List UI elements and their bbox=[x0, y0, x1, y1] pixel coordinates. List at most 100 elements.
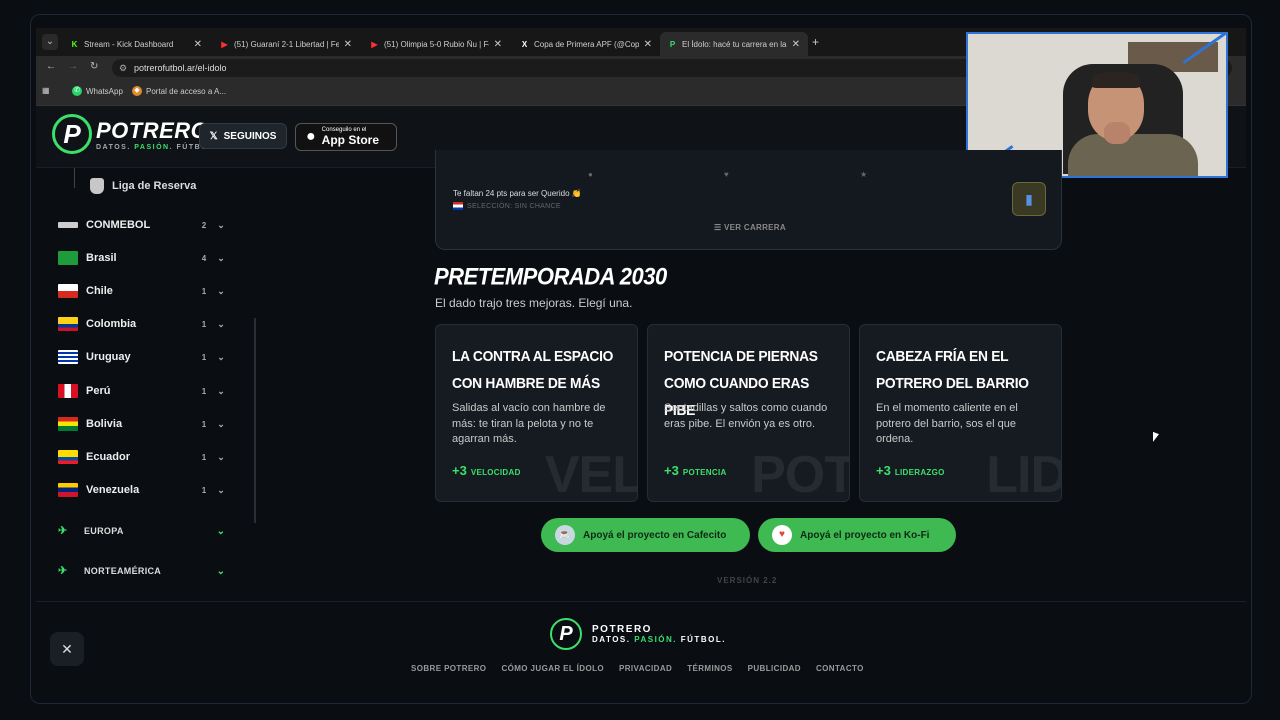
card-watermark: VEL bbox=[544, 446, 638, 502]
close-icon[interactable]: ✕ bbox=[344, 39, 352, 50]
footer-logo[interactable]: P POTRERO DATOS. PASIÓN. FÚTBOL. bbox=[550, 618, 726, 650]
footer-link-sobre[interactable]: SOBRE POTRERO bbox=[411, 664, 486, 673]
sidebar-item-label: Ecuador bbox=[86, 451, 131, 463]
potrero-logo[interactable]: P POTRERO DATOS. PASIÓN. FÚTBOL. bbox=[52, 114, 217, 154]
reload-icon[interactable]: ↻ bbox=[90, 61, 98, 72]
sidebar-item-label: Liga de Reserva bbox=[112, 180, 197, 192]
bookmark-portal[interactable]: ◆ Portal de acceso a A... bbox=[132, 86, 226, 96]
follow-button[interactable]: 𝕏 SEGUINOS bbox=[199, 123, 287, 149]
bookmark-whatsapp[interactable]: ✆ WhatsApp bbox=[72, 86, 123, 96]
chevron-down-icon[interactable]: ⌄ bbox=[214, 526, 228, 537]
sidebar-item-label: Venezuela bbox=[86, 484, 140, 496]
progress-marker-icon: ● bbox=[588, 170, 593, 179]
view-career-button[interactable]: ☰ VER CARRERA bbox=[714, 223, 786, 232]
chevron-down-icon[interactable]: ⌄ bbox=[214, 566, 228, 577]
tab-youtube-guarani[interactable]: ▶ (51) Guaraní 2-1 Libertad | Fech ✕ bbox=[212, 32, 360, 56]
sidebar-scrollbar[interactable] bbox=[254, 318, 256, 523]
footer-link-privacidad[interactable]: PRIVACIDAD bbox=[619, 664, 672, 673]
brazil-flag-icon bbox=[58, 251, 78, 265]
sidebar-item-peru[interactable]: Perú 1 ⌄ bbox=[58, 381, 228, 401]
footer-link-contacto[interactable]: CONTACTO bbox=[816, 664, 864, 673]
tab-youtube-olimpia[interactable]: ▶ (51) Olimpia 5-0 Rubio Ñu | Fe ✕ bbox=[362, 32, 510, 56]
sidebar-group-norteamerica[interactable]: ✈ NORTEAMÉRICA ⌄ bbox=[58, 561, 228, 581]
card-bonus: +3 POTENCIA bbox=[664, 463, 727, 478]
tab-search-icon[interactable]: ⌄ bbox=[42, 34, 58, 50]
tab-x-copa[interactable]: X Copa de Primera APF (@CopaD ✕ bbox=[512, 32, 660, 56]
tree-line bbox=[74, 168, 75, 188]
bolivia-flag-icon bbox=[58, 417, 78, 431]
new-tab-button[interactable]: + bbox=[812, 35, 819, 49]
sidebar-group-europa[interactable]: ✈ EUROPA ⌄ bbox=[58, 521, 228, 541]
sidebar-item-conmebol[interactable]: CONMEBOL 2 ⌄ bbox=[58, 215, 228, 235]
kofi-label: Apoyá el proyecto en Ko-Fi bbox=[800, 529, 930, 541]
youtube-icon: ▶ bbox=[371, 39, 378, 49]
chevron-down-icon[interactable]: ⌄ bbox=[214, 352, 228, 363]
footer-link-publicidad[interactable]: PUBLICIDAD bbox=[748, 664, 801, 673]
sidebar-item-venezuela[interactable]: Venezuela 1 ⌄ bbox=[58, 480, 228, 500]
globe-americas-icon: ✈ bbox=[58, 565, 68, 577]
app-store-button[interactable]: ● Conseguilo en el App Store bbox=[295, 123, 397, 151]
apps-grid-icon[interactable]: ▦ bbox=[42, 86, 50, 95]
site-info-icon[interactable]: ⚙ bbox=[119, 59, 127, 77]
sidebar-item-label: Bolivia bbox=[86, 418, 123, 430]
sidebar-item-brasil[interactable]: Brasil 4 ⌄ bbox=[58, 248, 228, 268]
x-share-button[interactable]: ✕ bbox=[50, 632, 84, 666]
uruguay-flag-icon bbox=[58, 350, 78, 364]
close-icon[interactable]: ✕ bbox=[494, 39, 502, 50]
close-icon[interactable]: ✕ bbox=[792, 39, 800, 50]
chevron-down-icon[interactable]: ⌄ bbox=[214, 386, 228, 397]
cam-person-hand bbox=[1104, 122, 1130, 144]
close-icon[interactable]: ✕ bbox=[644, 39, 652, 50]
footer-tagline: DATOS. PASIÓN. FÚTBOL. bbox=[592, 635, 726, 644]
footer-link-como-jugar[interactable]: CÓMO JUGAR EL ÍDOLO bbox=[501, 664, 604, 673]
ecuador-flag-icon bbox=[58, 450, 78, 464]
sidebar-item-label: Perú bbox=[86, 385, 111, 397]
close-icon[interactable]: ✕ bbox=[194, 39, 202, 50]
item-count: 4 bbox=[201, 253, 207, 263]
heart-icon: ♥ bbox=[724, 170, 729, 179]
footer-link-terminos[interactable]: TÉRMINOS bbox=[687, 664, 732, 673]
sidebar-item-label: Chile bbox=[86, 285, 113, 297]
tab-el-idolo[interactable]: P El Ídolo: hacé tu carrera en la Li ✕ bbox=[660, 32, 808, 56]
tab-label: El Ídolo: hacé tu carrera en la Li bbox=[682, 39, 787, 49]
chevron-down-icon[interactable]: ⌄ bbox=[214, 253, 228, 264]
kofi-button[interactable]: ♥ Apoyá el proyecto en Ko-Fi bbox=[758, 518, 956, 552]
back-icon[interactable]: ← bbox=[46, 61, 56, 72]
appstore-big-label: App Store bbox=[321, 133, 380, 147]
item-count: 1 bbox=[201, 485, 207, 495]
chevron-down-icon[interactable]: ⌄ bbox=[214, 452, 228, 463]
card-bonus: +3 VELOCIDAD bbox=[452, 463, 521, 478]
cafecito-label: Apoyá el proyecto en Cafecito bbox=[583, 529, 727, 541]
upgrade-card-liderazgo[interactable]: LID CABEZA FRÍA EN EL POTRERO DEL BARRIO… bbox=[859, 324, 1062, 502]
upgrade-card-potencia[interactable]: POT POTENCIA DE PIERNAS COMO CUANDO ERAS… bbox=[647, 324, 850, 502]
sidebar-item-chile[interactable]: Chile 1 ⌄ bbox=[58, 281, 228, 301]
card-title: LA CONTRA AL ESPACIO CON HAMBRE DE MÁS bbox=[452, 348, 614, 392]
sidebar-item-ecuador[interactable]: Ecuador 1 ⌄ bbox=[58, 447, 228, 467]
cafecito-button[interactable]: ☕ Apoyá el proyecto en Cafecito bbox=[541, 518, 750, 552]
venezuela-flag-icon bbox=[58, 483, 78, 497]
kofi-icon: ♥ bbox=[772, 525, 792, 545]
peru-flag-icon bbox=[58, 384, 78, 398]
upgrade-card-velocidad[interactable]: VEL LA CONTRA AL ESPACIO CON HAMBRE DE M… bbox=[435, 324, 638, 502]
bonus-value: +3 bbox=[452, 463, 467, 478]
chevron-down-icon[interactable]: ⌄ bbox=[214, 286, 228, 297]
chevron-down-icon[interactable]: ⌄ bbox=[214, 419, 228, 430]
cam-person-hair bbox=[1092, 72, 1140, 88]
forward-icon[interactable]: → bbox=[68, 61, 78, 72]
item-count: 2 bbox=[201, 220, 207, 230]
whatsapp-icon: ✆ bbox=[72, 86, 82, 96]
sidebar-item-liga-reserva[interactable]: Liga de Reserva bbox=[74, 168, 197, 194]
bonus-value: +3 bbox=[876, 463, 891, 478]
cafecito-icon: ☕ bbox=[555, 525, 575, 545]
chevron-down-icon[interactable]: ⌄ bbox=[214, 319, 228, 330]
pretemporada-subtitle: El dado trajo tres mejoras. Elegí una. bbox=[435, 296, 633, 310]
chevron-down-icon[interactable]: ⌄ bbox=[214, 485, 228, 496]
sidebar-item-bolivia[interactable]: Bolivia 1 ⌄ bbox=[58, 414, 228, 434]
tab-kick[interactable]: K Stream - Kick Dashboard ✕ bbox=[62, 32, 210, 56]
x-icon: 𝕏 bbox=[209, 130, 218, 142]
apple-icon: ● bbox=[306, 128, 316, 145]
x-icon: X bbox=[521, 39, 528, 49]
chevron-down-icon[interactable]: ⌄ bbox=[214, 220, 228, 231]
sidebar-item-uruguay[interactable]: Uruguay 1 ⌄ bbox=[58, 347, 228, 367]
sidebar-item-colombia[interactable]: Colombia 1 ⌄ bbox=[58, 314, 228, 334]
